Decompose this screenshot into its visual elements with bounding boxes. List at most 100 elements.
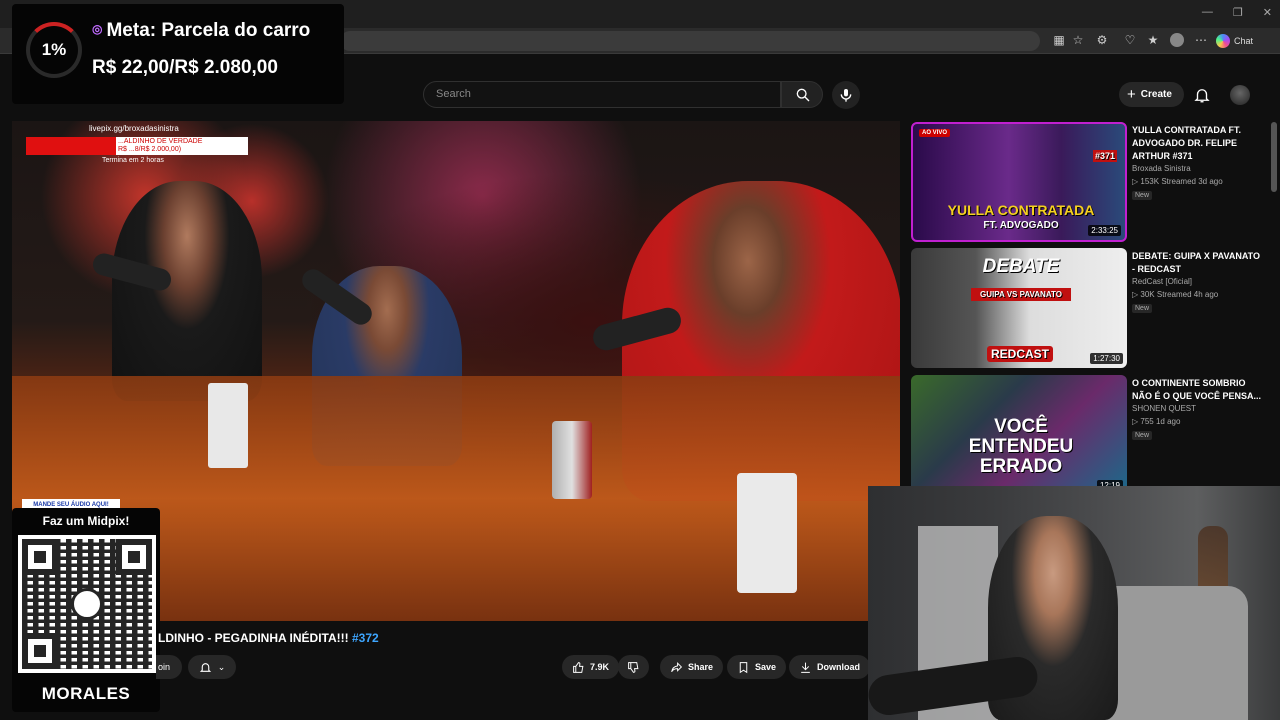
chat-label: Chat <box>1234 36 1254 46</box>
download-icon <box>801 662 810 673</box>
search-icon <box>796 88 810 102</box>
recommended-video[interactable]: DEBATE GUIPA VS PAVANATO REDCAST 1:27:30… <box>911 248 1271 368</box>
plus-icon: + <box>1127 86 1136 103</box>
new-badge: New <box>1132 431 1153 440</box>
video-title: LDINHO - PEGADINHA INÉDITA!!! #372 <box>158 631 379 645</box>
qr-title: Faz um Midpix! <box>42 514 130 528</box>
recommended-video[interactable]: AO VIVO #371 YULLA CONTRATADA FT. ADVOGA… <box>911 122 1271 242</box>
bookmark-icon <box>739 661 748 673</box>
thumb-subheadline: GUIPA VS PAVANATO <box>971 288 1071 301</box>
stream-url-overlay: livepix.gg/broxadasinistra <box>89 124 179 133</box>
recommended-title[interactable]: O CONTINENTE SOMBRIO NÃO É O QUE VOCÊ PE… <box>1132 377 1262 403</box>
apps-icon[interactable]: ▦ <box>1052 33 1066 47</box>
upload-age: Streamed 4h ago <box>1156 290 1219 299</box>
recommended-title[interactable]: DEBATE: GUIPA X PAVANATO - REDCAST <box>1132 250 1262 276</box>
upload-age: Streamed 3d ago <box>1161 177 1223 186</box>
thumb-brand: REDCAST <box>987 346 1054 362</box>
channel-name[interactable]: Broxada Sinistra <box>1132 164 1191 173</box>
thumb-number: #371 <box>1092 150 1117 162</box>
video-cup-left <box>208 383 248 468</box>
views-icon: ▷ <box>1132 417 1139 426</box>
browser-essentials-icon[interactable]: ♡ <box>1123 33 1137 47</box>
video-thumbnail[interactable]: DEBATE GUIPA VS PAVANATO REDCAST 1:27:30 <box>911 248 1127 368</box>
upload-age: 1d ago <box>1155 417 1181 426</box>
window-controls: — ❐ ✕ <box>1202 6 1272 19</box>
url-field[interactable] <box>340 31 1040 51</box>
search-input[interactable]: Search <box>423 81 781 108</box>
extension-icon[interactable]: ⚙ <box>1095 33 1109 47</box>
thumb-headline: VOCÊ ENTENDEU ERRADO <box>968 416 1074 477</box>
video-thumbnail[interactable]: AO VIVO #371 YULLA CONTRATADA FT. ADVOGA… <box>911 122 1127 242</box>
thumbs-down-icon <box>628 661 639 673</box>
download-button[interactable]: Download <box>789 655 870 679</box>
save-button[interactable]: Save <box>727 655 787 679</box>
minimize-button[interactable]: — <box>1202 6 1213 19</box>
favorite-star-icon[interactable]: ☆ <box>1071 33 1085 47</box>
webcam-overlay <box>868 486 1280 720</box>
view-count: 153K <box>1140 177 1160 186</box>
qr-code-image <box>18 535 156 673</box>
thumb-headline: DEBATE <box>982 256 1060 277</box>
account-avatar[interactable] <box>1230 85 1250 105</box>
video-cup-right <box>737 473 797 593</box>
restore-button[interactable]: ❐ <box>1233 6 1243 19</box>
video-can <box>552 421 592 499</box>
notifications-bell-icon[interactable] <box>1193 86 1211 104</box>
video-person-left <box>112 181 262 401</box>
video-duration: 1:27:30 <box>1090 353 1123 364</box>
dislike-button[interactable] <box>618 655 649 679</box>
view-count: 30K <box>1140 290 1155 299</box>
stream-timer: Termina em 2 horas <box>102 157 164 164</box>
copilot-icon <box>1216 34 1230 48</box>
recommended-video[interactable]: VOCÊ ENTENDEU ERRADO 12:19 O CONTINENTE … <box>911 375 1271 495</box>
view-count: 755 <box>1140 417 1154 426</box>
live-badge: AO VIVO <box>919 129 951 137</box>
search-button[interactable] <box>781 81 823 108</box>
like-button[interactable]: 7.9K <box>562 655 620 679</box>
goal-title-text: Meta: Parcela do carro <box>106 20 311 41</box>
banner-amount: R$ ...8/R$ 2.000,00) <box>118 146 182 153</box>
notification-toggle-button[interactable]: ⌄ <box>188 655 236 679</box>
new-badge: New <box>1132 191 1153 200</box>
goal-amount: R$ 22,00/R$ 2.080,00 <box>92 57 278 78</box>
share-icon <box>671 661 683 672</box>
banner-text: ...ALDINHO DE VERDADE <box>118 138 203 145</box>
share-label: Share <box>688 662 714 672</box>
favorites-icon[interactable]: ★ <box>1146 33 1160 47</box>
thumbs-up-icon <box>573 661 584 673</box>
goal-title: ◎ Meta: Parcela do carro <box>92 20 310 42</box>
sidebar-scrollbar[interactable] <box>1271 122 1277 192</box>
copilot-chat-button[interactable]: Chat <box>1216 31 1253 51</box>
close-button[interactable]: ✕ <box>1263 6 1272 19</box>
create-button[interactable]: + Create <box>1119 82 1184 107</box>
share-button[interactable]: Share <box>660 655 724 679</box>
chevron-down-icon: ⌄ <box>217 661 226 672</box>
video-thumbnail[interactable]: VOCÊ ENTENDEU ERRADO 12:19 <box>911 375 1127 495</box>
more-menu-icon[interactable]: ⋯ <box>1194 33 1208 47</box>
stream-donation-banner: ...ALDINHO DE VERDADE R$ ...8/R$ 2.000,0… <box>26 137 248 155</box>
microphone-icon <box>840 89 852 102</box>
live-views-icon: ▷ <box>1132 177 1139 186</box>
video-stats: ▷ 153K Streamed 3d ago <box>1132 177 1223 186</box>
streamer-name: MORALES <box>41 684 131 703</box>
recommended-title[interactable]: YULLA CONTRATADA FT. ADVOGADO DR. FELIPE… <box>1132 124 1262 163</box>
like-count: 7.9K <box>590 662 610 672</box>
save-label: Save <box>755 662 777 672</box>
create-label: Create <box>1140 89 1172 100</box>
video-title-text: LDINHO - PEGADINHA INÉDITA!!! <box>158 631 349 645</box>
bell-icon <box>199 662 211 672</box>
goal-progress-ring: 1% <box>26 22 82 78</box>
new-badge: New <box>1132 304 1153 313</box>
qr-logo-icon <box>71 588 103 620</box>
video-stats: ▷ 30K Streamed 4h ago <box>1132 290 1218 299</box>
thumb-headline: YULLA CONTRATADA <box>947 202 1095 218</box>
channel-name[interactable]: SHONEN QUEST <box>1132 404 1196 413</box>
download-label: Download <box>817 662 860 672</box>
voice-search-button[interactable] <box>832 81 860 109</box>
profile-icon[interactable] <box>1170 33 1184 47</box>
join-button[interactable]: oin <box>156 655 182 679</box>
channel-name[interactable]: RedCast [Oficial] <box>1132 277 1192 286</box>
video-hashtag[interactable]: #372 <box>352 631 379 645</box>
video-stats: ▷ 755 1d ago <box>1132 417 1180 426</box>
goal-dot-icon: ◎ <box>92 22 103 36</box>
